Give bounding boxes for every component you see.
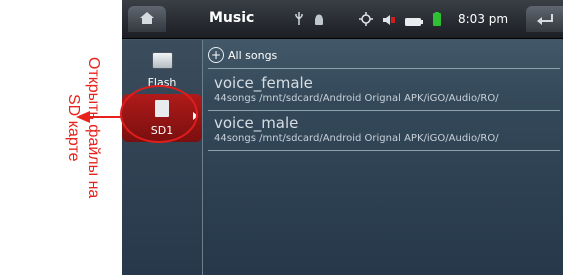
storage-panel: Flash SD1 <box>122 40 203 275</box>
flash-drive-icon <box>152 52 173 69</box>
home-icon <box>139 10 155 29</box>
back-arrow-icon <box>536 10 554 29</box>
selection-highlight <box>120 85 198 143</box>
song-list: + All songs voice_female 44songs /mnt/sd… <box>204 42 563 275</box>
all-songs-label: All songs <box>228 48 278 62</box>
folder-subtitle: 44songs /mnt/sdcard/Android Orignal APK/… <box>214 133 499 144</box>
status-icons <box>294 11 442 30</box>
battery-icon <box>405 11 423 30</box>
device-screen: Music 8:03 pm Flash SD1 + All songs voic… <box>122 0 563 275</box>
list-item[interactable]: voice_male 44songs /mnt/sdcard/Android O… <box>208 112 560 151</box>
list-item[interactable]: voice_female 44songs /mnt/sdcard/Android… <box>208 72 560 111</box>
android-icon <box>313 11 325 30</box>
plus-circle-icon: + <box>208 47 224 63</box>
back-button[interactable] <box>526 6 563 32</box>
status-bar: Music 8:03 pm <box>122 0 563 39</box>
folder-subtitle: 44songs /mnt/sdcard/Android Orignal APK/… <box>214 93 499 104</box>
gps-icon <box>359 11 373 30</box>
annotation: Открыть файлы на SD карте <box>0 0 122 275</box>
usb-icon <box>294 11 304 30</box>
volume-icon <box>382 11 396 30</box>
battery-charging-icon <box>432 11 442 30</box>
folder-title: voice_male <box>214 114 299 132</box>
all-songs-button[interactable]: + All songs <box>208 42 560 69</box>
annotation-text: Открыть файлы на SD карте <box>65 57 102 199</box>
clock: 8:03 pm <box>458 12 509 26</box>
app-title: Music <box>209 10 255 26</box>
home-button[interactable] <box>128 6 166 32</box>
folder-title: voice_female <box>214 74 313 92</box>
